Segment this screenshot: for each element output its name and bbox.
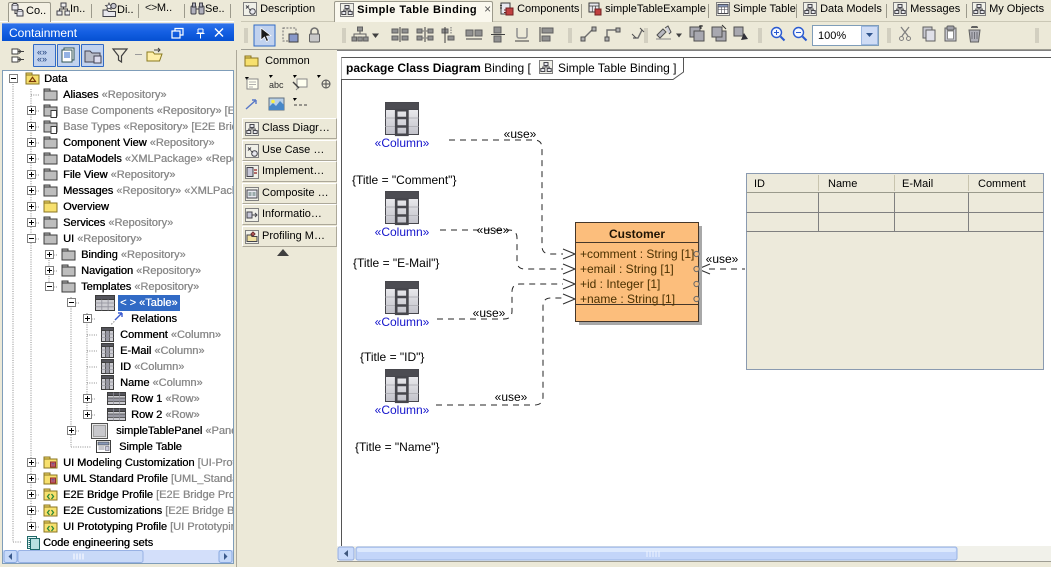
svg-text:100%: 100% (818, 30, 846, 42)
svg-text:«Column»: «Column» (375, 403, 430, 417)
svg-text:E-Mail: E-Mail (902, 178, 933, 190)
svg-text:+id : Integer [1]: +id : Integer [1] (580, 277, 660, 291)
svg-text:{Title = "E-Mail"}: {Title = "E-Mail"} (353, 256, 439, 270)
svg-text:«use»: «use» (504, 127, 537, 141)
svg-text:«use»: «use» (495, 390, 528, 404)
svg-text:+email : String [1]: +email : String [1] (580, 262, 674, 276)
svg-text:«use»: «use» (473, 306, 506, 320)
svg-text:«Column»: «Column» (375, 315, 430, 329)
svg-text:«Column»: «Column» (375, 136, 430, 150)
svg-text:Comment: Comment (978, 178, 1026, 190)
svg-text:«use»: «use» (477, 223, 510, 237)
svg-text:abc: abc (269, 80, 284, 90)
svg-text:{Title = "Name"}: {Title = "Name"} (355, 440, 439, 454)
svg-text:«use»: «use» (706, 252, 739, 266)
svg-text:Simple Table Binding ]: Simple Table Binding ] (558, 61, 677, 75)
svg-text:«»: «» (37, 54, 47, 64)
svg-text:ID: ID (754, 178, 765, 190)
svg-text:«Column»: «Column» (375, 225, 430, 239)
svg-text:Customer: Customer (609, 227, 665, 241)
svg-text:+name : String [1]: +name : String [1] (580, 292, 675, 306)
svg-text:{Title = "ID"}: {Title = "ID"} (360, 350, 424, 364)
svg-text:package Class Diagram Binding: package Class Diagram Binding [ (346, 61, 531, 75)
svg-text:{Title = "Comment"}: {Title = "Comment"} (352, 173, 456, 187)
svg-text:+comment : String [1]: +comment : String [1] (580, 247, 694, 261)
svg-text:Name: Name (828, 178, 857, 190)
